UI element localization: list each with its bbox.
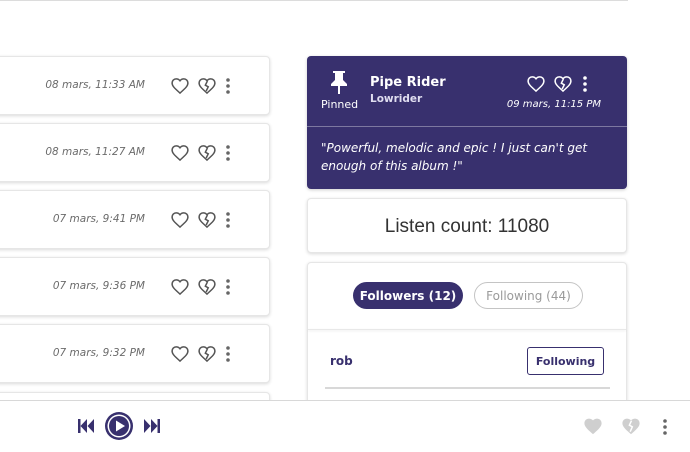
heart-icon[interactable] xyxy=(170,344,190,364)
app-root: 08 mars, 11:33 AM 08 mars, 11:27 AM 07 mar… xyxy=(0,0,690,452)
kebab-menu-icon[interactable] xyxy=(662,418,668,436)
broken-heart-filled-icon[interactable] xyxy=(621,417,641,435)
listen-card: 07 mars, 9:41 PM xyxy=(0,190,270,249)
heart-icon[interactable] xyxy=(526,74,546,94)
broken-heart-icon[interactable] xyxy=(197,143,217,163)
listen-timestamp: 08 mars, 11:33 AM xyxy=(45,79,145,91)
kebab-menu-icon[interactable] xyxy=(225,345,231,363)
pinned-timestamp: 09 mars, 11:15 PM xyxy=(506,99,601,110)
kebab-menu-icon[interactable] xyxy=(225,144,231,162)
player-bar xyxy=(0,400,690,452)
listen-card: 08 mars, 11:27 AM xyxy=(0,123,270,182)
listen-card: 08 mars, 11:33 AM xyxy=(0,56,270,115)
listen-card: 07 mars, 9:36 PM xyxy=(0,257,270,316)
pinned-blurb: "Powerful, melodic and epic ! I just can… xyxy=(321,141,588,173)
kebab-menu-icon[interactable] xyxy=(225,211,231,229)
user-row-divider xyxy=(325,387,610,389)
pinned-track-artist[interactable]: Lowrider xyxy=(370,93,422,105)
following-button[interactable]: Following xyxy=(527,347,604,375)
follow-card: Followers (12) Following (44) rob Follow… xyxy=(307,262,627,422)
pin-icon xyxy=(331,71,347,94)
listen-count-card: Listen count: 11080 xyxy=(307,198,627,253)
kebab-menu-icon[interactable] xyxy=(225,77,231,95)
broken-heart-icon[interactable] xyxy=(553,74,573,94)
heart-icon[interactable] xyxy=(170,210,190,230)
play-icon[interactable] xyxy=(104,411,134,441)
pinned-label: Pinned xyxy=(321,98,359,111)
heart-icon[interactable] xyxy=(170,143,190,163)
skip-next-icon[interactable] xyxy=(144,419,160,433)
broken-heart-icon[interactable] xyxy=(197,210,217,230)
listen-timestamp: 07 mars, 9:41 PM xyxy=(52,213,145,225)
broken-heart-icon[interactable] xyxy=(197,344,217,364)
listen-timestamp: 08 mars, 11:27 AM xyxy=(45,146,145,158)
pinned-recording-card: Pinned Pipe Rider Lowrider 09 mars, 11:1… xyxy=(307,56,627,189)
pinned-divider xyxy=(307,126,627,127)
pinned-track-title[interactable]: Pipe Rider xyxy=(370,75,446,90)
heart-filled-icon[interactable] xyxy=(583,417,603,435)
listen-card: 07 mars, 9:32 PM xyxy=(0,324,270,383)
heart-icon[interactable] xyxy=(170,76,190,96)
tab-followers[interactable]: Followers (12) xyxy=(353,282,463,309)
heart-icon[interactable] xyxy=(170,277,190,297)
kebab-menu-icon[interactable] xyxy=(582,75,588,93)
kebab-menu-icon[interactable] xyxy=(225,278,231,296)
user-list-item: rob Following xyxy=(308,330,626,390)
top-divider xyxy=(0,0,628,1)
skip-previous-icon[interactable] xyxy=(78,419,94,433)
tab-following[interactable]: Following (44) xyxy=(474,282,583,309)
listen-timestamp: 07 mars, 9:32 PM xyxy=(52,347,145,359)
listen-count-text: Listen count: 11080 xyxy=(384,216,550,237)
user-name-link[interactable]: rob xyxy=(330,354,353,368)
listen-timestamp: 07 mars, 9:36 PM xyxy=(52,280,145,292)
broken-heart-icon[interactable] xyxy=(197,277,217,297)
broken-heart-icon[interactable] xyxy=(197,76,217,96)
